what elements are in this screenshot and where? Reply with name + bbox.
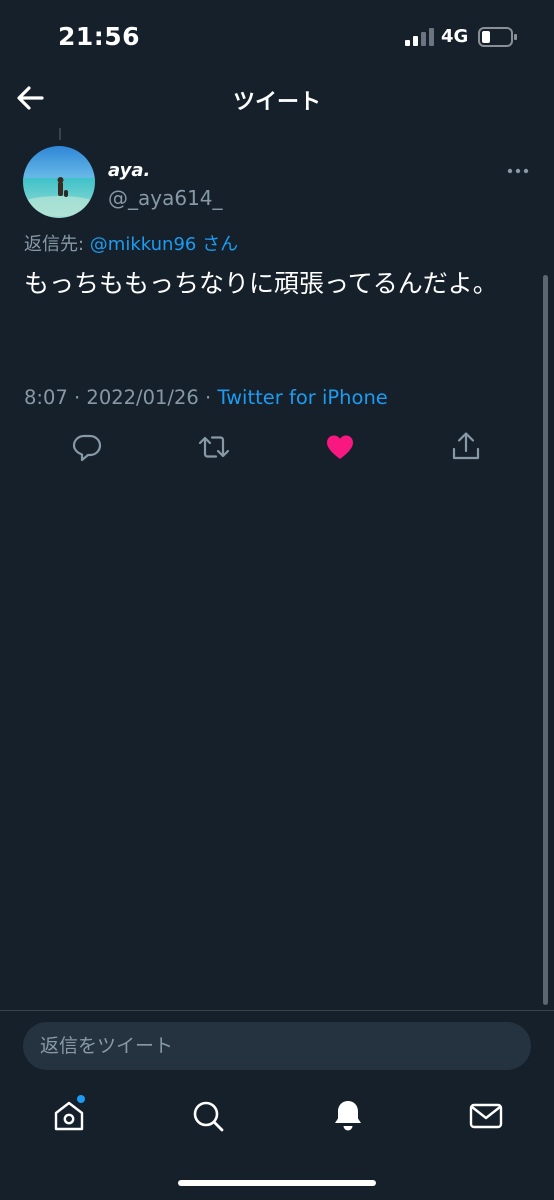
heart-icon[interactable] xyxy=(325,430,355,464)
nav-header: ツイート xyxy=(0,72,554,128)
reply-to-suffix[interactable]: さん xyxy=(196,234,238,255)
divider xyxy=(0,1010,554,1011)
status-bar: 21:56 4G xyxy=(0,0,554,72)
tweet-source-link[interactable]: Twitter for iPhone xyxy=(217,386,387,409)
tab-bar xyxy=(0,1080,554,1160)
share-icon[interactable] xyxy=(451,430,481,464)
network-label: 4G xyxy=(441,26,469,47)
tweet-time: 8:07 xyxy=(24,386,68,409)
reply-to-user-link[interactable]: @mikkun96 xyxy=(90,234,197,255)
tweet-text: もっちももっちなりに頑張ってるんだよ。 xyxy=(24,269,498,298)
comment-icon[interactable] xyxy=(72,430,102,464)
author-name[interactable]: aya. xyxy=(108,160,150,181)
messages-icon[interactable] xyxy=(468,1098,504,1134)
author-handle[interactable]: @_aya614_ xyxy=(108,186,223,210)
status-time: 21:56 xyxy=(58,22,141,51)
thread-connector-line xyxy=(59,128,61,140)
home-indicator[interactable] xyxy=(178,1180,376,1186)
notifications-icon[interactable] xyxy=(330,1098,366,1134)
home-icon[interactable] xyxy=(51,1098,87,1134)
signal-icon xyxy=(405,28,434,46)
home-unread-dot xyxy=(77,1095,85,1103)
tweet-date: 2022/01/26 xyxy=(86,386,199,409)
tweet-actions xyxy=(0,430,554,466)
reply-to-prefix: 返信先: xyxy=(24,234,90,255)
search-icon[interactable] xyxy=(190,1098,226,1134)
battery-icon xyxy=(478,27,517,47)
meta-separator: · xyxy=(198,386,218,409)
reply-to-line: 返信先: @mikkun96 さん xyxy=(24,230,238,256)
scrollbar[interactable] xyxy=(543,275,548,1005)
reply-input[interactable] xyxy=(23,1022,531,1070)
more-options-icon[interactable] xyxy=(506,163,530,179)
page-title: ツイート xyxy=(232,90,321,115)
avatar[interactable] xyxy=(23,146,95,218)
tweet-meta: 8:07 · 2022/01/26 · Twitter for iPhone xyxy=(24,386,388,409)
meta-separator: · xyxy=(67,386,87,409)
retweet-icon[interactable] xyxy=(198,430,230,464)
